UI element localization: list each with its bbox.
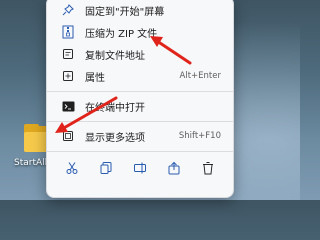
arrow-to-show-more-options (55, 96, 118, 133)
annotation-arrows (55, 36, 192, 133)
arrow-to-compress-zip (150, 36, 192, 65)
